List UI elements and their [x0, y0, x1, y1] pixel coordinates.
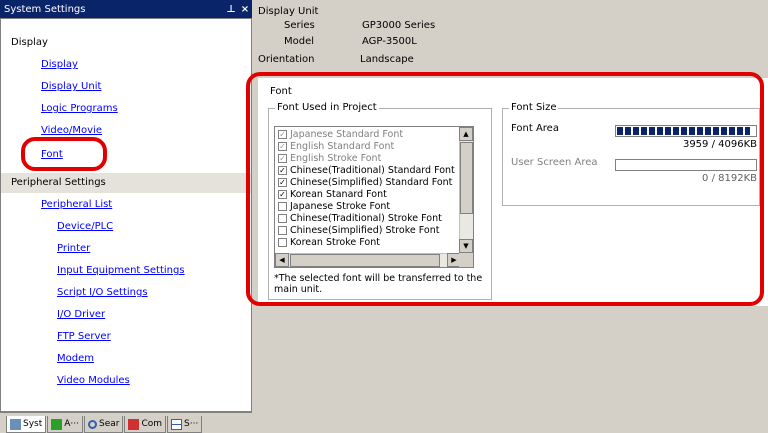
- font-label: Japanese Stroke Font: [290, 201, 391, 212]
- scroll-corner: [459, 253, 473, 267]
- font-area-label: Font Area: [511, 123, 559, 134]
- checkbox-icon: ✓: [278, 142, 287, 151]
- tab-label: A···: [64, 419, 80, 429]
- search-icon: [88, 419, 98, 429]
- checkbox-icon: [278, 226, 287, 235]
- font-label: English Stroke Font: [290, 153, 382, 164]
- series-label: Series: [284, 20, 315, 31]
- checkbox-icon: [278, 214, 287, 223]
- orientation-label: Orientation: [258, 54, 315, 65]
- tree-item-font[interactable]: Font: [41, 149, 63, 160]
- display-unit-heading: Display Unit: [258, 6, 319, 17]
- font-checkbox-english-standard[interactable]: ✓ English Standard Font: [278, 141, 394, 152]
- tree-item-video-movie[interactable]: Video/Movie: [41, 125, 102, 136]
- checkbox-icon: ✓: [278, 178, 287, 187]
- vertical-scrollbar[interactable]: ▲ ▼: [459, 127, 473, 253]
- scroll-down-icon[interactable]: ▼: [459, 239, 473, 253]
- tab-common[interactable]: Com: [124, 416, 167, 433]
- checkbox-icon: ✓: [278, 166, 287, 175]
- tab-search[interactable]: Sear: [84, 416, 124, 433]
- tree-item-printer[interactable]: Printer: [57, 243, 90, 254]
- font-label: Chinese(Simplified) Standard Font: [290, 177, 453, 188]
- font-checkbox-japanese-stroke[interactable]: Japanese Stroke Font: [278, 201, 390, 212]
- scroll-up-icon[interactable]: ▲: [459, 127, 473, 141]
- font-checkbox-chinese-simplified-stroke[interactable]: Chinese(Simplified) Stroke Font: [278, 225, 439, 236]
- system-settings-panel: System Settings ⊥ × Display Display Disp…: [0, 0, 252, 433]
- checkbox-icon: ✓: [278, 154, 287, 163]
- font-label: Chinese(Traditional) Standard Font: [290, 165, 455, 176]
- tab-label: Com: [141, 419, 163, 429]
- horizontal-scroll-thumb[interactable]: [290, 254, 440, 267]
- font-label: Korean Stroke Font: [290, 237, 380, 248]
- font-label: Korean Stanard Font: [290, 189, 387, 200]
- tree-item-modem[interactable]: Modem: [57, 353, 94, 364]
- screen-list-icon: [171, 418, 183, 430]
- model-label: Model: [284, 36, 315, 47]
- tab-address[interactable]: A···: [47, 416, 84, 433]
- font-checkbox-english-stroke[interactable]: ✓ English Stroke Font: [278, 153, 381, 164]
- font-heading: Font: [270, 86, 292, 97]
- font-checkbox-japanese-standard[interactable]: ✓ Japanese Standard Font: [278, 129, 403, 140]
- tab-screen-list[interactable]: S···: [167, 416, 203, 433]
- section-display[interactable]: Display: [1, 33, 251, 53]
- user-screen-area-value: 0 / 8192KB: [702, 173, 757, 184]
- tree-item-logic-programs[interactable]: Logic Programs: [41, 103, 118, 114]
- pin-icon[interactable]: ⊥: [224, 4, 238, 15]
- checkbox-icon: [278, 202, 287, 211]
- user-screen-area-label: User Screen Area: [511, 157, 598, 168]
- model-value: AGP-3500L: [362, 36, 417, 47]
- font-label: English Standard Font: [290, 141, 395, 152]
- bottom-tab-bar: Syst A··· Sear Com S···: [0, 412, 252, 433]
- user-screen-area-bar: [615, 159, 757, 171]
- tree-item-ftp-server[interactable]: FTP Server: [57, 331, 111, 342]
- font-size-group: Font Size Font Area 3959 / 4096KB User S…: [502, 102, 760, 206]
- font-label: Japanese Standard Font: [290, 129, 404, 140]
- font-label: Chinese(Simplified) Stroke Font: [290, 225, 440, 236]
- font-checkbox-chinese-traditional-stroke[interactable]: Chinese(Traditional) Stroke Font: [278, 213, 442, 224]
- tree-item-script-io-settings[interactable]: Script I/O Settings: [57, 287, 148, 298]
- font-checkbox-chinese-simplified-standard[interactable]: ✓ Chinese(Simplified) Standard Font: [278, 177, 452, 188]
- transfer-note: *The selected font will be transferred t…: [274, 273, 483, 295]
- vertical-scroll-thumb[interactable]: [460, 142, 473, 214]
- tab-label: Syst: [23, 419, 43, 429]
- panel-title: System Settings: [4, 3, 86, 15]
- checkbox-icon: ✓: [278, 130, 287, 139]
- tab-label: S···: [184, 419, 199, 429]
- font-used-title: Font Used in Project: [275, 102, 379, 113]
- series-value: GP3000 Series: [362, 20, 436, 31]
- font-label: Chinese(Traditional) Stroke Font: [290, 213, 442, 224]
- tab-label: Sear: [99, 419, 120, 429]
- common-settings-icon: [128, 418, 140, 430]
- section-peripheral-settings[interactable]: Peripheral Settings: [1, 173, 251, 193]
- tab-system-settings[interactable]: Syst: [6, 416, 47, 433]
- display-unit-info: Display Unit Series GP3000 Series Model …: [258, 6, 768, 72]
- tree-item-display[interactable]: Display: [41, 59, 78, 70]
- scroll-left-icon[interactable]: ◀: [275, 253, 289, 267]
- font-settings-box: Font Font Used in Project ✓ Japanese Stan…: [258, 78, 768, 306]
- font-area-bar-fill: [617, 127, 750, 135]
- tree-item-video-modules[interactable]: Video Modules: [57, 375, 130, 386]
- system-settings-icon: [10, 418, 21, 430]
- orientation-value: Landscape: [360, 54, 414, 65]
- tree-item-peripheral-list[interactable]: Peripheral List: [41, 199, 112, 210]
- font-list: ✓ Japanese Standard Font ✓ English Standar…: [274, 126, 474, 268]
- address-icon: [51, 418, 63, 430]
- checkbox-icon: ✓: [278, 190, 287, 199]
- panel-titlebar: System Settings ⊥ ×: [0, 0, 252, 18]
- font-checkbox-korean-stroke[interactable]: Korean Stroke Font: [278, 237, 380, 248]
- close-icon[interactable]: ×: [238, 4, 252, 15]
- font-checkbox-chinese-traditional-standard[interactable]: ✓ Chinese(Traditional) Standard Font: [278, 165, 455, 176]
- font-area-bar: [615, 125, 757, 137]
- font-checkbox-korean-standard[interactable]: ✓ Korean Stanard Font: [278, 189, 387, 200]
- tree-item-device-plc[interactable]: Device/PLC: [57, 221, 113, 232]
- font-size-title: Font Size: [509, 102, 559, 113]
- tree-item-display-unit[interactable]: Display Unit: [41, 81, 101, 92]
- tree-item-io-driver[interactable]: I/O Driver: [57, 309, 105, 320]
- checkbox-icon: [278, 238, 287, 247]
- font-area-value: 3959 / 4096KB: [682, 139, 757, 150]
- highlight-font-item: [21, 137, 107, 171]
- tree-item-input-equipment-settings[interactable]: Input Equipment Settings: [57, 265, 185, 276]
- settings-tree: Display Display Display Unit Logic Progr…: [0, 18, 252, 412]
- horizontal-scrollbar[interactable]: ◀ ▶: [275, 253, 461, 267]
